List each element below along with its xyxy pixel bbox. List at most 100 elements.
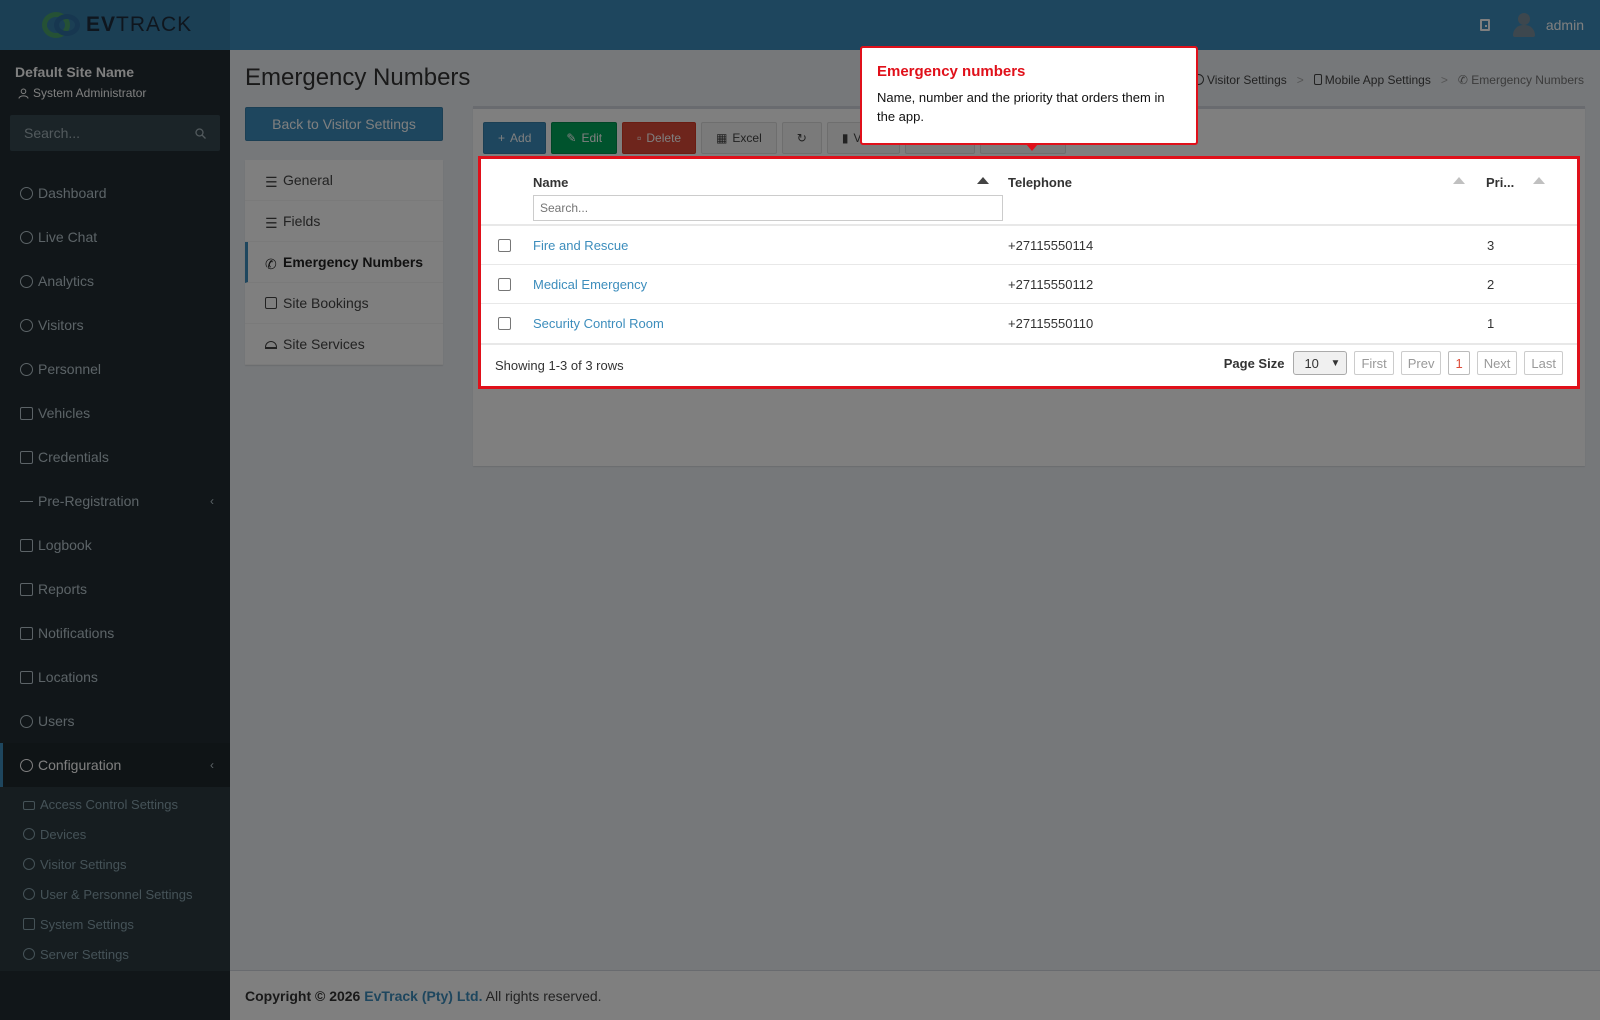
settings-nav-fields[interactable]: ☰ Fields	[245, 201, 443, 242]
breadcrumb-visitor-settings[interactable]: Visitor Settings	[1192, 73, 1287, 87]
last-page-button[interactable]: Last	[1524, 351, 1563, 375]
row-count-text: Showing 1-3 of 3 rows	[495, 358, 624, 373]
row-name-link[interactable]: Medical Emergency	[533, 277, 647, 292]
sidebar-item-locations[interactable]: Locations	[0, 655, 230, 699]
grid-header: Name Telephone Pri...	[481, 159, 1577, 226]
calendar-icon	[265, 297, 277, 309]
sidebar-item-analytics[interactable]: Analytics	[0, 259, 230, 303]
checklist-icon: ☰	[265, 215, 278, 231]
refresh-button[interactable]: ↻	[781, 122, 822, 154]
settings-nav-emergency-numbers[interactable]: ✆ Emergency Numbers	[245, 242, 443, 283]
add-button[interactable]: + Add	[483, 122, 547, 154]
dashboard-icon	[20, 186, 33, 200]
current-page-button[interactable]: 1	[1448, 351, 1470, 375]
company-link[interactable]: EvTrack (Pty) Ltd.	[364, 988, 482, 1004]
sidebar-item-dashboard[interactable]: Dashboard	[0, 171, 230, 215]
column-header-priority[interactable]: Pri...	[1486, 175, 1514, 190]
analytics-icon	[20, 274, 33, 288]
sidebar-item-configuration[interactable]: Configuration ‹	[0, 743, 230, 787]
submenu-item-system-settings[interactable]: System Settings	[0, 909, 230, 939]
mobile-icon	[1313, 74, 1322, 85]
breadcrumb-emergency-numbers: ✆ Emergency Numbers	[1457, 73, 1584, 87]
users-icon	[20, 714, 33, 728]
sidebar-item-credentials[interactable]: Credentials	[0, 435, 230, 479]
sidebar-item-reports[interactable]: Reports	[0, 567, 230, 611]
site-name: Default Site Name	[15, 64, 135, 80]
sort-icon[interactable]	[1533, 177, 1545, 184]
user-menu[interactable]: admin	[1512, 12, 1584, 38]
table-row[interactable]: Medical Emergency +27115550112 2	[481, 265, 1577, 304]
submenu-item-visitor-settings[interactable]: Visitor Settings	[0, 849, 230, 879]
submenu-item-devices[interactable]: Devices	[0, 819, 230, 849]
sidebar-item-live-chat[interactable]: Live Chat	[0, 215, 230, 259]
edit-button[interactable]: ✎ Edit	[551, 122, 618, 154]
sidebar-item-users[interactable]: Users	[0, 699, 230, 743]
column-header-name[interactable]: Name	[533, 175, 568, 190]
arrows-icon	[20, 501, 33, 507]
device-icon	[23, 828, 35, 840]
book-icon	[20, 538, 33, 552]
submenu-item-user-personnel-settings[interactable]: User & Personnel Settings	[0, 879, 230, 909]
settings-nav: ☰ General ☰ Fields ✆ Emergency Numbers Site…	[245, 160, 443, 365]
delete-button[interactable]: ▫ Delete	[622, 122, 697, 154]
row-checkbox[interactable]	[498, 317, 511, 330]
row-priority: 3	[1487, 238, 1495, 253]
excel-button[interactable]: ▦ Excel	[701, 122, 777, 154]
next-page-button[interactable]: Next	[1476, 351, 1518, 375]
sort-asc-icon[interactable]	[977, 177, 989, 184]
row-telephone: +27115550110	[1008, 316, 1094, 331]
sidebar-search-input[interactable]: Search...	[10, 115, 220, 151]
phone-icon: ✆	[265, 256, 277, 272]
sidebar-item-personnel[interactable]: Personnel	[0, 347, 230, 391]
first-page-button[interactable]: First	[1354, 351, 1394, 375]
breadcrumb: Visitor Settings > Mobile App Settings >…	[1192, 73, 1584, 87]
breadcrumb-mobile-app-settings[interactable]: Mobile App Settings	[1313, 73, 1431, 87]
submenu-item-access-control-settings[interactable]: Access Control Settings	[0, 789, 230, 819]
table-row[interactable]: Security Control Room +27115550110 1	[481, 304, 1577, 343]
settings-nav-site-bookings[interactable]: Site Bookings	[245, 283, 443, 324]
settings-nav-general[interactable]: ☰ General	[245, 160, 443, 201]
plus-icon: +	[498, 131, 506, 145]
row-name-link[interactable]: Fire and Rescue	[533, 238, 628, 253]
row-checkbox[interactable]	[498, 278, 511, 291]
row-checkbox[interactable]	[498, 239, 511, 252]
id-card-icon	[20, 450, 33, 464]
logo-text: EVTRACK	[86, 13, 193, 36]
sidebar-item-vehicles[interactable]: Vehicles	[0, 391, 230, 435]
search-icon[interactable]	[195, 127, 206, 139]
column-header-telephone[interactable]: Telephone	[1008, 175, 1072, 190]
sidebar-item-logbook[interactable]: Logbook	[0, 523, 230, 567]
pager: Page Size 10 ▼ First Prev 1 Next Last	[1224, 351, 1563, 375]
chevron-left-icon: ‹	[210, 758, 214, 772]
prev-page-button[interactable]: Prev	[1400, 351, 1442, 375]
tooltip-body: Name, number and the priority that order…	[877, 90, 1165, 124]
user-name: admin	[1545, 17, 1584, 33]
avatar	[1512, 12, 1536, 38]
user-role: System Administrator	[15, 86, 215, 100]
messages-icon	[20, 626, 33, 640]
submenu-item-server-settings[interactable]: Server Settings	[0, 939, 230, 969]
sidebar-item-pre-registration[interactable]: Pre-Registration ‹	[0, 479, 230, 523]
site-door-icon[interactable]	[1479, 19, 1490, 31]
car-icon	[20, 406, 33, 420]
sidebar-item-visitors[interactable]: Visitors	[0, 303, 230, 347]
sliders-icon	[23, 918, 35, 930]
sidebar-item-notifications[interactable]: Notifications	[0, 611, 230, 655]
users-icon	[23, 888, 35, 900]
page-size-select[interactable]: 10 ▼	[1293, 351, 1348, 375]
reports-icon	[20, 582, 33, 596]
chevron-left-icon: ‹	[210, 494, 214, 508]
name-column-search-input[interactable]	[533, 195, 1003, 221]
row-name-link[interactable]: Security Control Room	[533, 316, 664, 331]
settings-nav-site-services[interactable]: Site Services	[245, 324, 443, 365]
server-icon	[23, 948, 35, 960]
configuration-submenu: Access Control Settings Devices Visitor …	[0, 787, 230, 971]
refresh-icon: ↻	[796, 131, 807, 145]
table-row[interactable]: Fire and Rescue +27115550114 3	[481, 226, 1577, 265]
pencil-icon: ✎	[566, 131, 577, 145]
row-telephone: +27115550114	[1008, 238, 1094, 253]
back-to-visitor-settings-button[interactable]: Back to Visitor Settings	[245, 107, 443, 141]
top-header: EVTRACK admin	[0, 0, 1600, 50]
sort-icon[interactable]	[1453, 177, 1465, 184]
logo[interactable]: EVTRACK	[0, 0, 230, 50]
